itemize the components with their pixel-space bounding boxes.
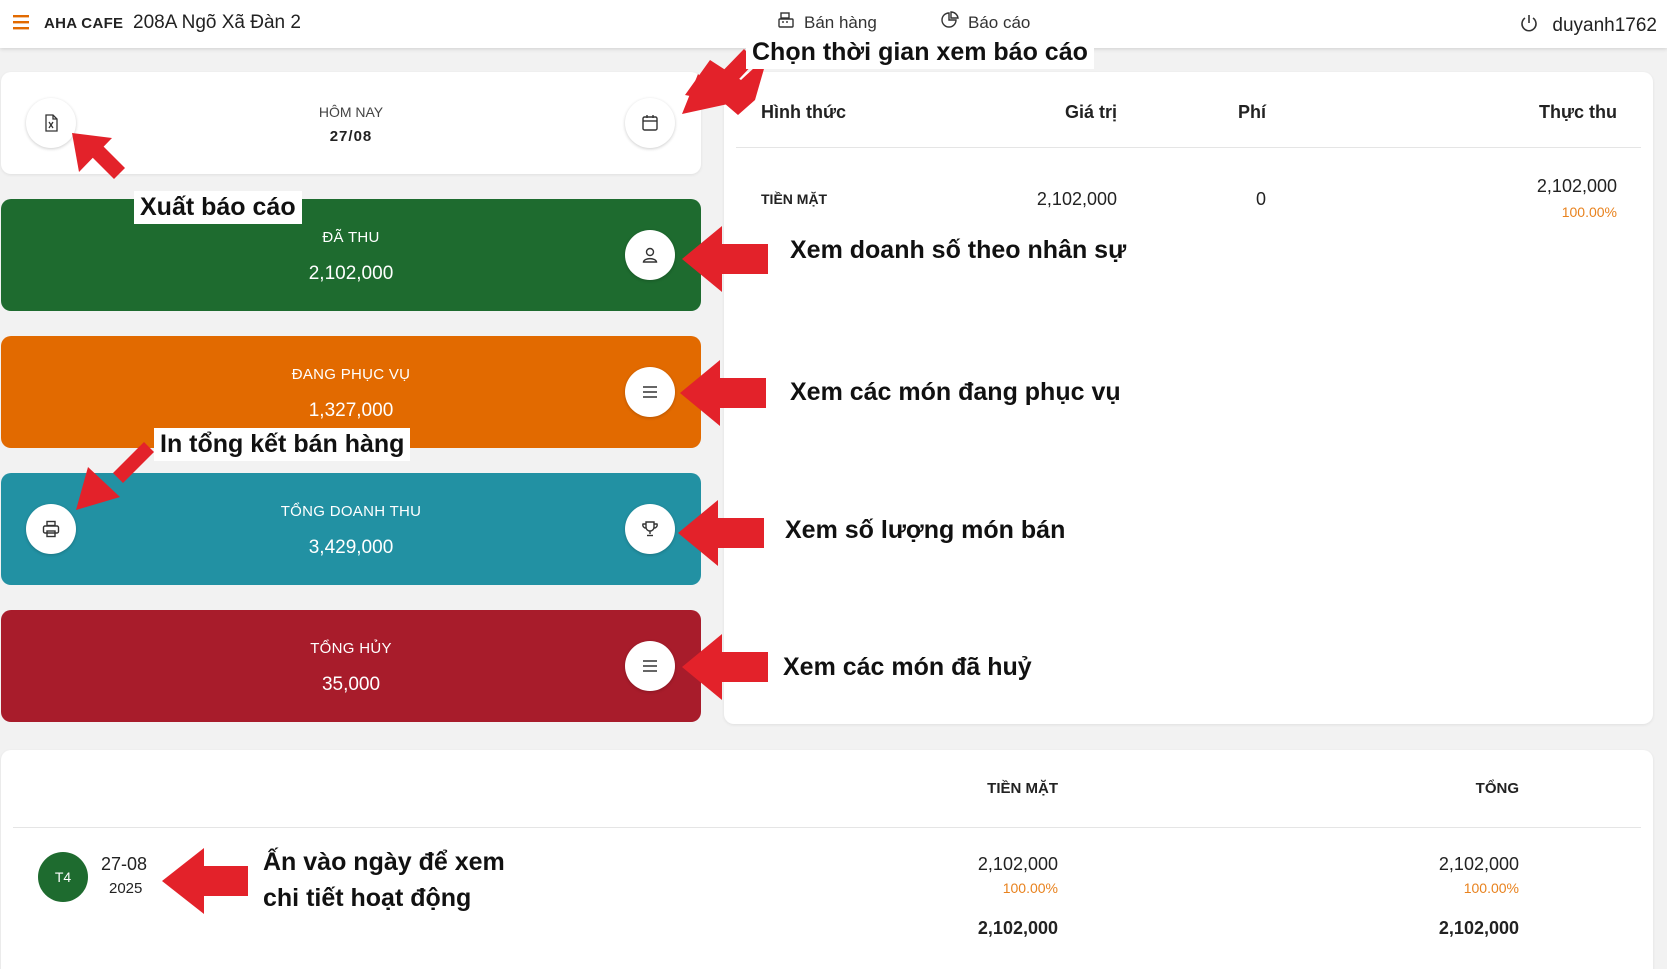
stat-title: TỔNG DOANH THU: [280, 503, 422, 520]
list-icon: [643, 660, 657, 672]
annotation-time: Chọn thời gian xem báo cáo: [746, 36, 1094, 69]
divider: [13, 827, 1641, 828]
date-filter-card: HÔM NAY 27/08: [1, 72, 701, 174]
daily-total-percent: 100.00%: [1463, 880, 1519, 896]
serving-items-button[interactable]: [625, 367, 675, 417]
grand-total: 2,102,000: [1438, 918, 1519, 938]
user-icon: [642, 247, 658, 263]
date-filter-title: HÔM NAY: [318, 104, 384, 120]
payment-method: TIỀN MẶT: [761, 191, 828, 207]
column-header-total: TỔNG: [1475, 780, 1519, 797]
items-sold-button[interactable]: [625, 504, 675, 554]
staff-sales-button[interactable]: [625, 230, 675, 280]
payment-fee: 0: [1255, 189, 1266, 209]
trophy-icon: [642, 521, 658, 537]
brand-name: AHA CAFE: [44, 15, 124, 32]
payment-value: 2,102,000: [1036, 189, 1117, 209]
daily-total: 2,102,000: [1438, 854, 1519, 874]
stat-card-collected: ĐÃ THU 2,102,000: [1, 199, 701, 311]
column-header-net: Thực thu: [1538, 102, 1617, 122]
annotation-day-line2: chi tiết hoạt động: [263, 884, 472, 912]
cash-grand-total: 2,102,000: [977, 918, 1058, 938]
tab-reports[interactable]: Báo cáo: [940, 10, 1030, 35]
column-header-cash: TIỀN MẶT: [987, 780, 1058, 797]
column-header-fee: Phí: [1237, 102, 1266, 122]
select-date-button[interactable]: [625, 98, 675, 148]
username: duyanh1762: [1552, 15, 1657, 36]
day-link[interactable]: 27-08: [101, 854, 147, 875]
pie-chart-icon: [940, 10, 960, 35]
user-menu[interactable]: duyanh1762: [1518, 12, 1657, 40]
tab-sales-label: Bán hàng: [804, 12, 877, 32]
stat-card-revenue: TỔNG DOANH THU 3,429,000: [1, 473, 701, 585]
stat-title: ĐANG PHỤC VỤ: [291, 366, 411, 383]
daily-cash-percent: 100.00%: [1002, 880, 1058, 896]
tab-sales[interactable]: Bán hàng: [776, 10, 877, 35]
cancelled-items-button[interactable]: [625, 641, 675, 691]
tab-reports-label: Báo cáo: [968, 12, 1031, 32]
store-address[interactable]: 208A Ngõ Xã Đàn 2: [133, 12, 301, 34]
daily-cash: 2,102,000: [977, 854, 1058, 874]
stat-card-cancelled: TỔNG HỦY 35,000: [1, 610, 701, 722]
stat-value: 1,327,000: [308, 400, 394, 421]
daily-summary-table: TIỀN MẶT TỔNG T4 27-08 2025 2,102,000 10…: [1, 750, 1653, 969]
payment-net-percent: 100.00%: [1561, 204, 1617, 220]
payment-net: 2,102,000: [1536, 176, 1617, 196]
menu-icon[interactable]: [12, 12, 32, 32]
annotation-staff: Xem doanh số theo nhân sự: [790, 236, 1127, 264]
date-filter-value: 27/08: [329, 128, 373, 145]
divider: [736, 147, 1641, 148]
stat-title: ĐÃ THU: [322, 229, 380, 246]
cash-register-icon: [776, 10, 796, 35]
day-year: 2025: [109, 880, 143, 897]
list-icon: [643, 386, 657, 398]
printer-icon: [42, 520, 60, 538]
power-icon[interactable]: [1518, 12, 1540, 40]
stat-value: 3,429,000: [308, 537, 394, 558]
annotation-export: Xuất báo cáo: [134, 191, 302, 224]
stat-value: 2,102,000: [308, 263, 394, 284]
stat-title: TỔNG HỦY: [310, 640, 392, 657]
calendar-icon: [642, 115, 658, 131]
column-header-value: Giá trị: [1064, 102, 1117, 122]
annotation-day-line1: Ấn vào ngày để xem: [263, 848, 505, 876]
annotation-print: In tổng kết bán hàng: [154, 428, 411, 461]
column-header-method: Hình thức: [761, 102, 847, 122]
annotation-cancelled: Xem các món đã huỷ: [783, 653, 1032, 681]
stat-value: 35,000: [321, 674, 381, 695]
annotation-sold: Xem số lượng món bán: [785, 516, 1066, 544]
weekday-badge[interactable]: T4: [38, 852, 88, 902]
annotation-serving: Xem các món đang phục vụ: [790, 378, 1121, 406]
